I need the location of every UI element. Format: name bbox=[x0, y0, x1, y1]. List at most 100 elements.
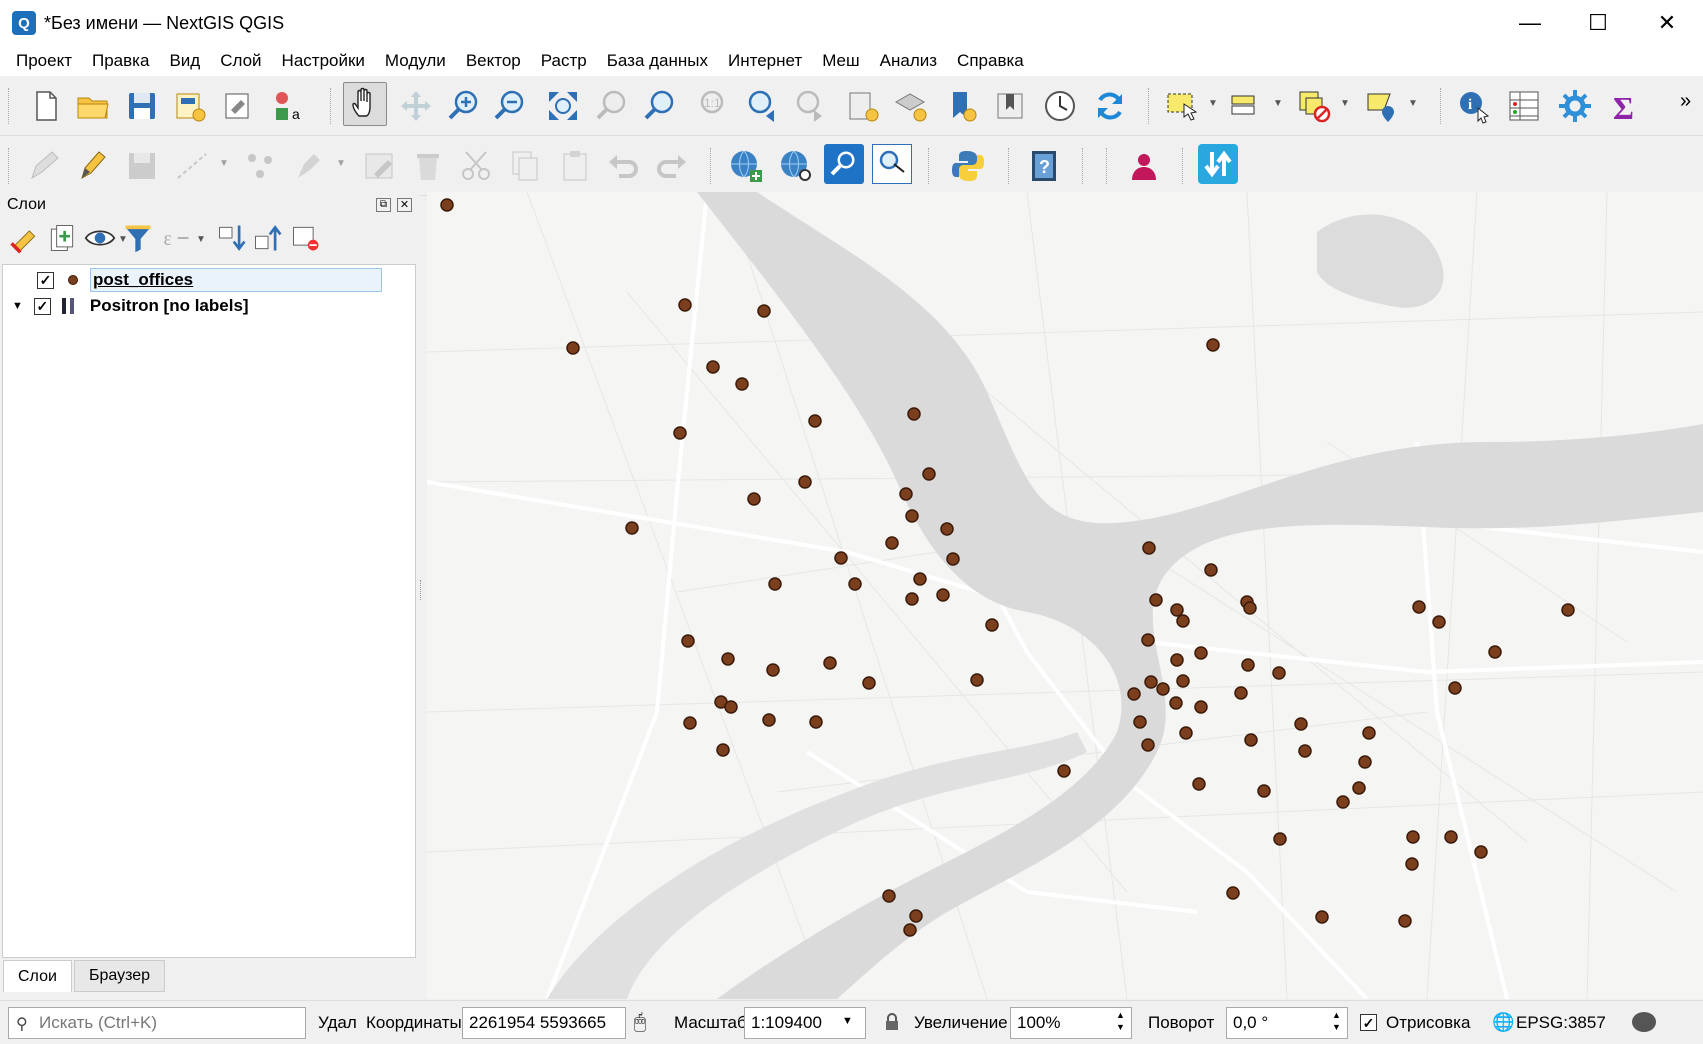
tab-browser[interactable]: Браузер bbox=[74, 960, 166, 992]
show-bookmarks-icon[interactable] bbox=[890, 86, 930, 126]
select-by-location-icon[interactable] bbox=[1362, 86, 1402, 126]
pan-to-selection-icon[interactable] bbox=[396, 86, 436, 126]
crs-button[interactable]: EPSG:3857 bbox=[1516, 1013, 1606, 1033]
processing-toolbox-icon[interactable] bbox=[1555, 86, 1595, 126]
layer-name[interactable]: post_offices bbox=[90, 268, 382, 292]
copy-features-icon[interactable] bbox=[505, 146, 545, 186]
close-button[interactable]: ✕ bbox=[1633, 0, 1701, 46]
collapse-all-icon[interactable] bbox=[252, 222, 284, 254]
menu-raster[interactable]: Растр bbox=[531, 51, 597, 71]
deselect-features-icon[interactable] bbox=[1294, 86, 1334, 126]
layer-visibility-checkbox[interactable]: ✓ bbox=[33, 297, 51, 315]
coordinates-field[interactable]: 2261954 5593665 bbox=[462, 1007, 626, 1039]
select-by-value-icon[interactable] bbox=[1226, 86, 1266, 126]
temporal-controller-icon[interactable] bbox=[941, 86, 981, 126]
cut-features-icon[interactable] bbox=[456, 146, 496, 186]
layer-row-post-offices[interactable]: ✓ post_offices bbox=[3, 267, 415, 293]
magnifier-spinner[interactable]: ▲ ▼ bbox=[1116, 1009, 1125, 1033]
deselect-dropdown-arrow[interactable]: ▼ bbox=[1340, 98, 1350, 109]
menu-edit[interactable]: Правка bbox=[82, 51, 159, 71]
save-as-icon[interactable] bbox=[170, 86, 210, 126]
save-layer-edits-icon[interactable] bbox=[122, 146, 162, 186]
mouse-coordinates-toggle-icon[interactable]: 🖱 bbox=[634, 1011, 646, 1034]
select-by-value-dropdown-arrow[interactable]: ▼ bbox=[1273, 98, 1283, 109]
menu-mesh[interactable]: Меш bbox=[812, 51, 869, 71]
panel-splitter[interactable] bbox=[420, 580, 423, 600]
undock-panel-icon[interactable]: ⧉ bbox=[376, 198, 391, 212]
toggle-editing-icon[interactable] bbox=[72, 146, 112, 186]
layer-visibility-checkbox[interactable]: ✓ bbox=[37, 271, 54, 289]
menu-vector[interactable]: Вектор bbox=[456, 51, 531, 71]
magnifier-field[interactable]: 100% bbox=[1010, 1007, 1132, 1039]
pan-map-icon[interactable] bbox=[343, 82, 387, 126]
zoom-to-layer-icon[interactable] bbox=[640, 86, 680, 126]
maximize-button[interactable]: ☐ bbox=[1564, 0, 1632, 46]
statistics-sigma-icon[interactable]: Σ bbox=[1605, 86, 1645, 126]
modify-dropdown-arrow[interactable]: ▼ bbox=[336, 158, 346, 169]
search-tool-icon[interactable] bbox=[872, 144, 912, 184]
identify-features-icon[interactable]: i bbox=[1454, 86, 1494, 126]
zoom-to-selection-icon[interactable] bbox=[592, 86, 632, 126]
print-layout-icon[interactable] bbox=[218, 86, 258, 126]
digitize-dropdown-arrow[interactable]: ▼ bbox=[219, 158, 229, 169]
menu-plugins[interactable]: Модули bbox=[375, 51, 456, 71]
python-console-icon[interactable] bbox=[948, 146, 988, 186]
lock-scale-icon[interactable] bbox=[884, 1013, 900, 1031]
new-project-icon[interactable] bbox=[26, 86, 66, 126]
undo-icon[interactable] bbox=[603, 146, 643, 186]
menu-web[interactable]: Интернет bbox=[718, 51, 812, 71]
close-panel-icon[interactable]: ✕ bbox=[397, 198, 412, 212]
zoom-last-icon[interactable] bbox=[742, 86, 782, 126]
nextgis-connect-icon[interactable] bbox=[1198, 144, 1238, 184]
map-bookmark-icon[interactable] bbox=[990, 86, 1030, 126]
toolbar-overflow-button[interactable]: » bbox=[1680, 90, 1691, 113]
render-checkbox[interactable]: ✓ bbox=[1360, 1014, 1377, 1031]
remove-layer-icon[interactable] bbox=[290, 222, 322, 254]
scale-dropdown-arrow[interactable]: ▼ bbox=[842, 1015, 853, 1027]
select-dropdown-arrow[interactable]: ▼ bbox=[1208, 98, 1218, 109]
expand-all-icon[interactable] bbox=[216, 222, 248, 254]
refresh-icon[interactable] bbox=[1090, 86, 1130, 126]
add-group-icon[interactable] bbox=[46, 222, 78, 254]
vertex-tool-icon[interactable] bbox=[240, 146, 280, 186]
layer-name[interactable]: Positron [no labels] bbox=[90, 296, 249, 316]
paste-features-icon[interactable] bbox=[555, 146, 595, 186]
minimize-button[interactable]: — bbox=[1496, 0, 1564, 46]
clock-icon[interactable] bbox=[1040, 86, 1080, 126]
open-project-icon[interactable] bbox=[73, 86, 113, 126]
zoom-next-icon[interactable] bbox=[790, 86, 830, 126]
add-wms-layer-icon[interactable] bbox=[726, 146, 766, 186]
select-features-icon[interactable] bbox=[1162, 86, 1202, 126]
menu-help[interactable]: Справка bbox=[947, 51, 1034, 71]
delete-selected-icon[interactable] bbox=[408, 146, 448, 186]
messages-icon[interactable] bbox=[1632, 1012, 1656, 1032]
edit-table-icon[interactable] bbox=[360, 146, 400, 186]
menu-project[interactable]: Проект bbox=[6, 51, 82, 71]
collapse-arrow-icon[interactable]: ▼ bbox=[12, 300, 23, 312]
help-icon[interactable]: ? bbox=[1024, 146, 1064, 186]
menu-settings[interactable]: Настройки bbox=[272, 51, 375, 71]
rotation-spinner[interactable]: ▲ ▼ bbox=[1332, 1009, 1341, 1033]
style-manager-icon[interactable]: a bbox=[268, 86, 308, 126]
nextgis-user-icon[interactable] bbox=[1124, 146, 1164, 186]
redo-icon[interactable] bbox=[652, 146, 692, 186]
menu-layer[interactable]: Слой bbox=[210, 51, 271, 71]
zoom-in-icon[interactable] bbox=[444, 86, 484, 126]
modify-attributes-icon[interactable] bbox=[290, 146, 330, 186]
zoom-full-icon[interactable] bbox=[543, 86, 583, 126]
search-metadata-icon[interactable] bbox=[776, 146, 816, 186]
open-attribute-table-icon[interactable] bbox=[1504, 86, 1544, 126]
new-bookmark-icon[interactable] bbox=[842, 86, 882, 126]
menu-database[interactable]: База данных bbox=[597, 51, 718, 71]
select-by-location-dropdown-arrow[interactable]: ▼ bbox=[1408, 98, 1418, 109]
rotation-field[interactable]: 0,0 ° bbox=[1226, 1007, 1348, 1039]
menu-view[interactable]: Вид bbox=[159, 51, 210, 71]
layer-row-positron[interactable]: ▼ ✓ Positron [no labels] bbox=[3, 293, 415, 319]
menu-analysis[interactable]: Анализ bbox=[870, 51, 947, 71]
current-edits-icon[interactable] bbox=[24, 146, 64, 186]
zoom-out-icon[interactable] bbox=[490, 86, 530, 126]
metasearch-icon[interactable] bbox=[824, 144, 864, 184]
digitize-line-icon[interactable] bbox=[172, 146, 212, 186]
filter-legend-icon[interactable] bbox=[122, 222, 154, 254]
post-office-points[interactable] bbox=[440, 198, 1575, 937]
